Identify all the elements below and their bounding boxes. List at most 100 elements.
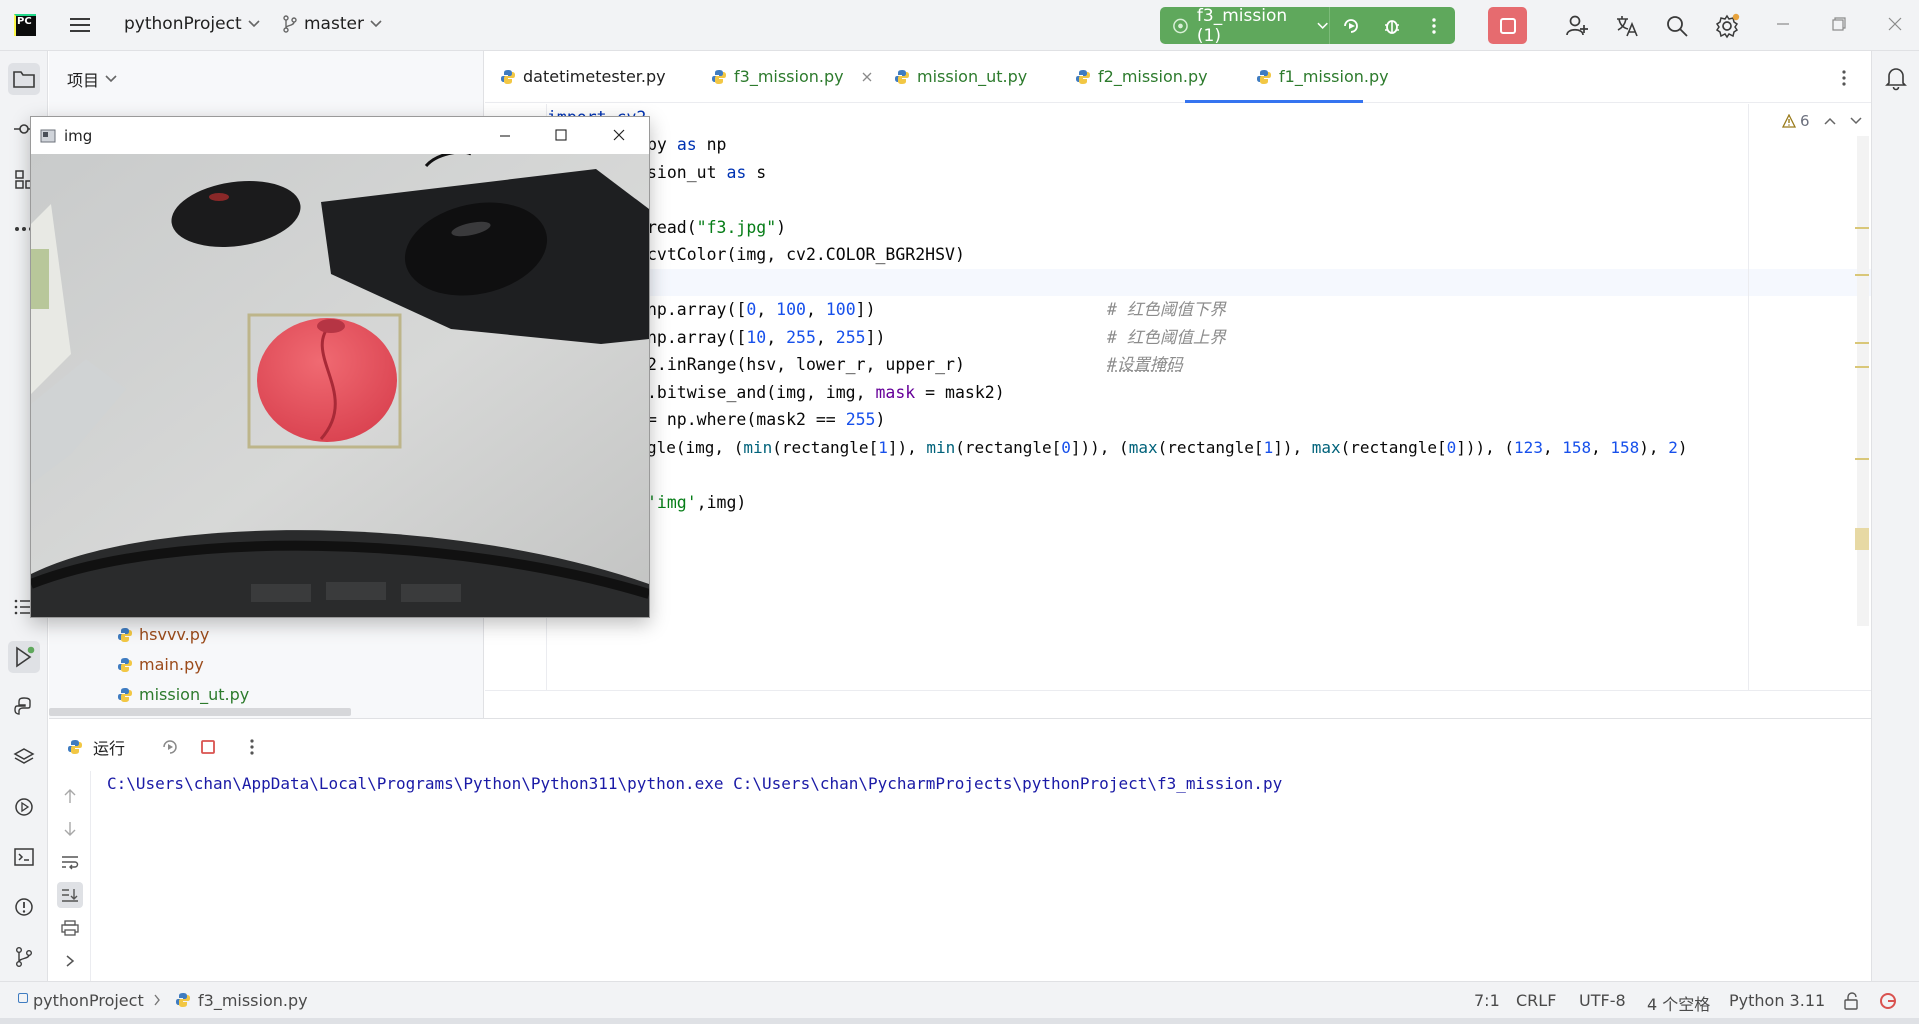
tree-file-main[interactable]: main.py bbox=[117, 655, 204, 674]
services-icon bbox=[15, 798, 33, 816]
scroll-up-button[interactable] bbox=[57, 783, 83, 809]
rerun-icon[interactable] bbox=[161, 738, 179, 756]
code-editor[interactable]: import cv2 py as np sion_ut as s read("f… bbox=[485, 104, 1871, 718]
close-window-button[interactable] bbox=[1886, 15, 1904, 33]
cv-close-button[interactable] bbox=[611, 127, 627, 143]
copilot-icon[interactable] bbox=[1879, 992, 1897, 1010]
project-panel-header[interactable]: 项目 bbox=[67, 67, 117, 91]
tree-file-mission-ut[interactable]: mission_ut.py bbox=[117, 685, 249, 704]
opencv-image-window[interactable]: img bbox=[30, 116, 650, 618]
run-icon bbox=[16, 646, 35, 668]
main-menu-button[interactable] bbox=[68, 14, 92, 36]
scroll-down-button[interactable] bbox=[57, 816, 83, 842]
kebab-icon[interactable] bbox=[249, 738, 255, 756]
breadcrumb-file[interactable]: f3_mission.py bbox=[198, 991, 308, 1010]
search-button[interactable] bbox=[1664, 13, 1690, 39]
tree-file-hsvvv[interactable]: hsvvv.py bbox=[117, 625, 209, 644]
cv-maximize-button[interactable] bbox=[553, 127, 569, 143]
print-button[interactable] bbox=[57, 915, 83, 941]
add-user-button[interactable] bbox=[1564, 13, 1590, 39]
translate-button[interactable] bbox=[1614, 13, 1640, 39]
chevron-down-icon bbox=[1317, 22, 1329, 29]
read-only-toggle-icon[interactable] bbox=[1843, 992, 1861, 1010]
python-file-icon bbox=[118, 657, 132, 672]
code-line: 'img',img) bbox=[647, 493, 747, 512]
horizontal-scrollbar[interactable] bbox=[49, 708, 351, 716]
python-interpreter[interactable]: Python 3.11 bbox=[1729, 991, 1825, 1010]
terminal-tool-button[interactable] bbox=[8, 841, 40, 873]
active-tab-indicator bbox=[1185, 100, 1363, 103]
add-user-icon bbox=[1566, 15, 1588, 36]
run-widget: f3_mission (1) bbox=[1160, 6, 1455, 46]
minimize-icon bbox=[1777, 23, 1789, 25]
editor-scrollbar[interactable] bbox=[1857, 136, 1869, 626]
restore-window-button[interactable] bbox=[1830, 15, 1848, 33]
project-selector[interactable]: pythonProject bbox=[124, 14, 260, 34]
layers-tool-button[interactable] bbox=[8, 741, 40, 773]
arrow-up-icon bbox=[64, 789, 76, 803]
version-control-tool-button[interactable] bbox=[8, 941, 40, 973]
problems-tool-button[interactable] bbox=[8, 891, 40, 923]
python-file-icon bbox=[1257, 69, 1271, 84]
expand-button[interactable] bbox=[57, 948, 83, 974]
tab-f2-mission[interactable]: f2_mission.py bbox=[1075, 67, 1208, 86]
problems-icon bbox=[15, 898, 33, 916]
debug-button[interactable] bbox=[1372, 7, 1414, 44]
minimize-window-button[interactable] bbox=[1774, 15, 1792, 33]
tab-datetimetester[interactable]: datetimetester.py bbox=[500, 67, 666, 86]
tab-label: f3_mission.py bbox=[734, 67, 844, 86]
warning-marker[interactable] bbox=[1855, 342, 1869, 344]
run-panel-actions bbox=[49, 771, 91, 982]
warnings-indicator[interactable]: 6 bbox=[1782, 112, 1862, 130]
python-packages-tool-button[interactable] bbox=[8, 691, 40, 723]
caret-position[interactable]: 7:1 bbox=[1474, 991, 1500, 1010]
keyboard-key bbox=[401, 584, 461, 602]
tab-label: f1_mission.py bbox=[1279, 67, 1389, 86]
breadcrumb-project[interactable]: pythonProject bbox=[33, 991, 144, 1010]
kebab-icon bbox=[1432, 17, 1436, 34]
gear-icon bbox=[1715, 13, 1740, 39]
warning-marker[interactable] bbox=[1855, 528, 1869, 550]
mouse-wheel bbox=[209, 193, 229, 201]
run-more-button[interactable] bbox=[1413, 7, 1455, 44]
warning-marker[interactable] bbox=[1855, 227, 1869, 229]
code-area[interactable]: import cv2 py as np sion_ut as s read("f… bbox=[485, 104, 1871, 690]
stop-icon[interactable] bbox=[199, 738, 217, 756]
printer-icon bbox=[61, 920, 79, 936]
cv-window-titlebar[interactable]: img bbox=[31, 117, 649, 154]
close-tab-icon[interactable] bbox=[861, 71, 873, 83]
stop-icon bbox=[1499, 17, 1516, 34]
run-tool-button[interactable] bbox=[8, 641, 40, 673]
warning-marker[interactable] bbox=[1855, 458, 1869, 460]
soft-wrap-button[interactable] bbox=[57, 849, 83, 875]
cv-minimize-button[interactable] bbox=[497, 127, 513, 143]
chevron-down-icon bbox=[1850, 117, 1862, 125]
branch-selector[interactable]: master bbox=[282, 14, 382, 34]
git-branch-icon bbox=[283, 15, 297, 33]
settings-button[interactable] bbox=[1714, 13, 1740, 39]
status-bar: pythonProject f3_mission.py 7:1 CRLF UTF… bbox=[0, 981, 1919, 1018]
stop-button[interactable] bbox=[1488, 7, 1527, 44]
line-separator[interactable]: CRLF bbox=[1516, 991, 1556, 1010]
notifications-button[interactable] bbox=[1884, 65, 1908, 91]
project-name: pythonProject bbox=[124, 14, 242, 34]
search-icon bbox=[1667, 16, 1688, 37]
project-tool-button[interactable] bbox=[8, 63, 40, 95]
warning-marker[interactable] bbox=[1855, 274, 1869, 276]
python-file-icon bbox=[118, 627, 132, 642]
python-file-icon bbox=[176, 993, 190, 1007]
maximize-icon bbox=[555, 129, 567, 141]
indent-setting[interactable]: 4 个空格 bbox=[1647, 991, 1710, 1015]
tab-mission-ut[interactable]: mission_ut.py bbox=[894, 67, 1027, 86]
warning-marker[interactable] bbox=[1855, 366, 1869, 368]
breadcrumb-separator-icon bbox=[154, 994, 160, 1006]
file-encoding[interactable]: UTF-8 bbox=[1579, 991, 1626, 1010]
tab-f1-mission[interactable]: f1_mission.py bbox=[1256, 67, 1389, 86]
tab-f3-mission[interactable]: f3_mission.py bbox=[711, 67, 873, 86]
run-config-selector[interactable]: f3_mission (1) bbox=[1160, 6, 1330, 46]
services-tool-button[interactable] bbox=[8, 791, 40, 823]
run-panel-title[interactable]: 运行 bbox=[93, 735, 125, 759]
tabs-more-button[interactable] bbox=[1841, 69, 1847, 87]
rerun-button[interactable] bbox=[1330, 7, 1372, 44]
scroll-to-end-button[interactable] bbox=[57, 882, 83, 908]
